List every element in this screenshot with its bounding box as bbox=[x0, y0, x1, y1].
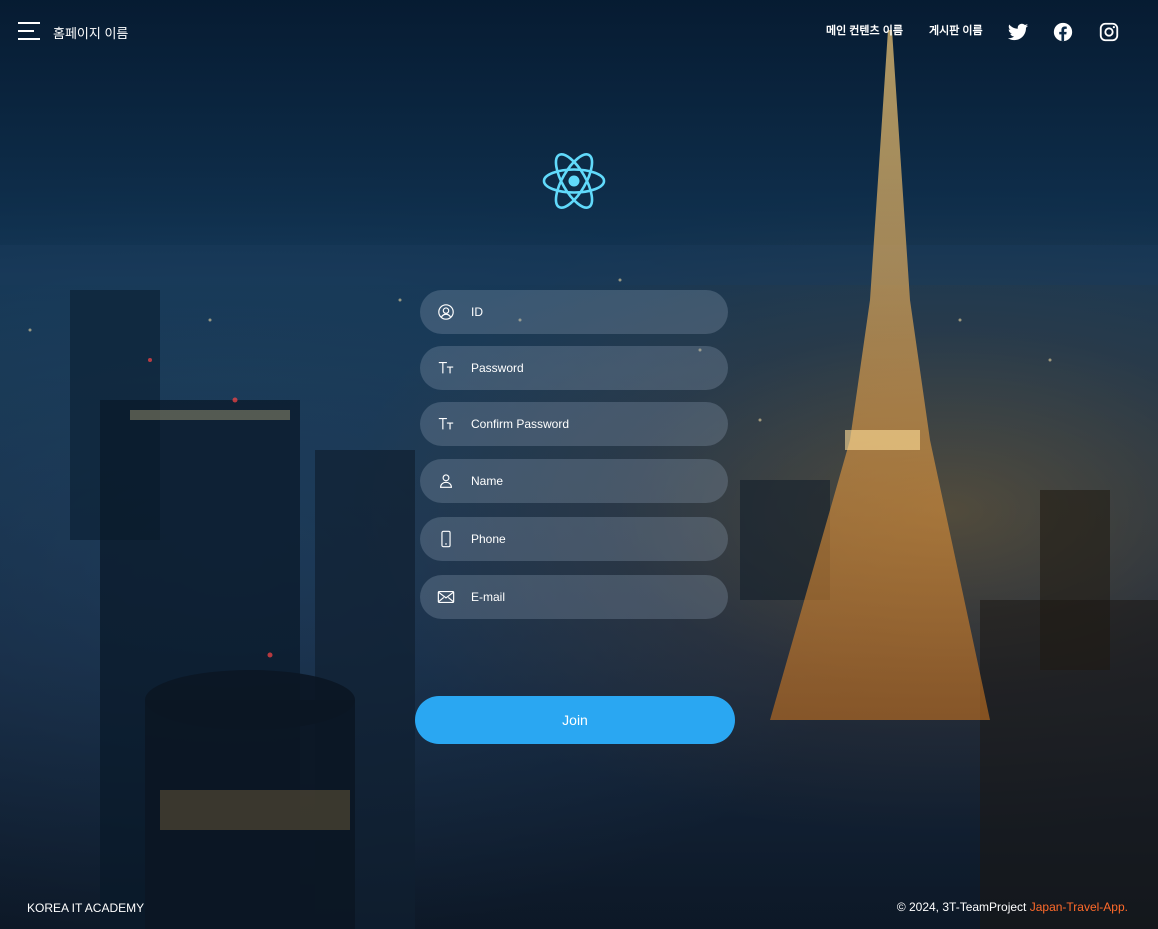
copyright-text: © 2024, 3T-TeamProject bbox=[896, 900, 1030, 914]
react-atom-icon bbox=[542, 153, 606, 209]
text-format-icon bbox=[438, 362, 454, 374]
phone-icon bbox=[441, 530, 451, 548]
site-name[interactable]: 홈페이지 이름 bbox=[53, 23, 128, 42]
confirm-password-placeholder: Confirm Password bbox=[471, 417, 570, 431]
instagram-icon[interactable] bbox=[1098, 21, 1120, 43]
twitter-icon[interactable] bbox=[1007, 21, 1029, 43]
facebook-icon[interactable] bbox=[1052, 21, 1074, 43]
password-placeholder: Password bbox=[471, 361, 524, 375]
phone-placeholder: Phone bbox=[471, 532, 506, 546]
password-field[interactable]: Password bbox=[420, 346, 728, 390]
confirm-password-field[interactable]: Confirm Password bbox=[420, 402, 728, 446]
footer-academy-name: KOREA IT ACADEMY bbox=[27, 901, 145, 915]
footer-copyright: © 2024, 3T-TeamProject Japan-Travel-App. bbox=[897, 900, 1128, 914]
mail-icon bbox=[437, 591, 455, 603]
phone-field[interactable]: Phone bbox=[420, 517, 728, 561]
id-field[interactable]: ID bbox=[420, 290, 728, 334]
email-field[interactable]: E-mail bbox=[420, 575, 728, 619]
join-button[interactable]: Join bbox=[415, 696, 735, 744]
app-name-link[interactable]: Japan-Travel-App. bbox=[1030, 900, 1128, 914]
person-icon bbox=[440, 474, 452, 488]
name-field[interactable]: Name bbox=[420, 459, 728, 503]
top-navbar: 홈페이지 이름 메인 컨텐츠 이름 게시판 이름 bbox=[0, 0, 1158, 64]
id-placeholder: ID bbox=[471, 305, 483, 319]
nav-link-board[interactable]: 게시판 이름 bbox=[929, 22, 983, 38]
nav-link-main-content[interactable]: 메인 컨텐츠 이름 bbox=[826, 22, 903, 38]
hamburger-menu-icon[interactable] bbox=[18, 22, 40, 40]
text-format-icon bbox=[438, 418, 454, 430]
user-circle-icon bbox=[438, 304, 454, 320]
name-placeholder: Name bbox=[471, 474, 504, 488]
email-placeholder: E-mail bbox=[471, 590, 506, 604]
